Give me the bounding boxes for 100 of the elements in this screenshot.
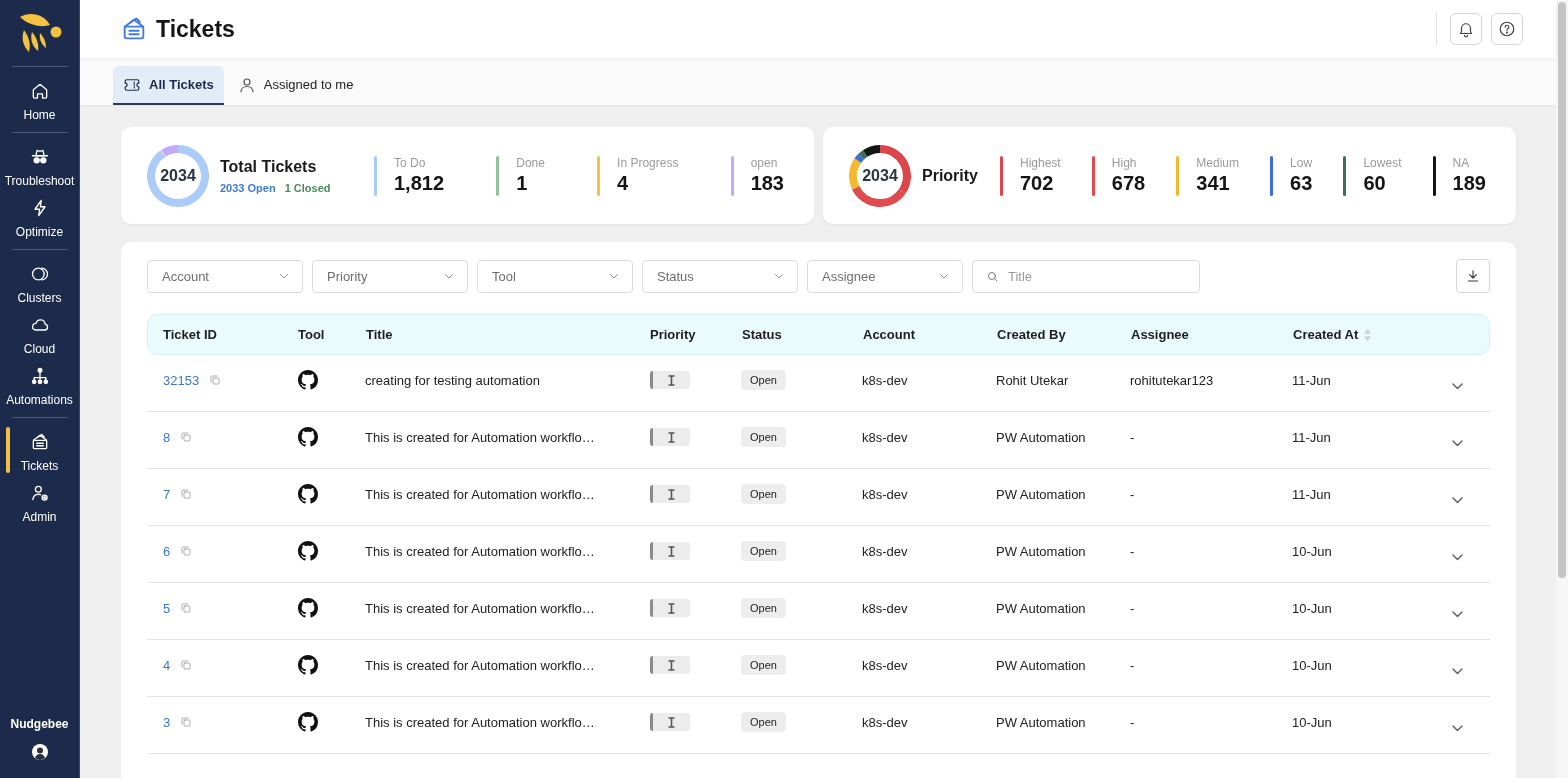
filter-dropdown[interactable]: Account xyxy=(147,259,303,293)
network-icon xyxy=(29,366,50,386)
download-button[interactable] xyxy=(1456,259,1490,293)
chevron-down-icon[interactable] xyxy=(1452,439,1463,447)
card-title: Priority xyxy=(922,166,979,185)
ticket-id-link[interactable]: 32153 xyxy=(163,372,200,388)
chevron-down-icon[interactable] xyxy=(1452,382,1463,390)
table-cell: k8s-dev xyxy=(862,657,908,673)
download-icon xyxy=(1465,268,1481,284)
stat-label: Low xyxy=(1290,156,1313,171)
stat-label: open xyxy=(750,156,778,171)
column-header: Created By xyxy=(997,327,1066,342)
ticket-title: creating for testing automation xyxy=(365,372,540,388)
github-icon xyxy=(298,427,318,447)
table-cell: PW Automation xyxy=(996,657,1086,673)
table-cell: - xyxy=(1130,543,1135,559)
stat-label: Lowest xyxy=(1363,156,1402,171)
chevron-down-icon[interactable] xyxy=(1452,724,1463,732)
sidebar-item[interactable]: Home xyxy=(0,75,79,126)
i-beam-icon xyxy=(668,374,675,386)
i-beam-icon xyxy=(668,602,675,614)
table-cell: Rohit Utekar xyxy=(996,372,1069,388)
table-cell: rohitutekar123 xyxy=(1130,372,1214,388)
search-icon xyxy=(986,269,999,283)
stat-value: 189 xyxy=(1452,171,1486,195)
status-badge: Open xyxy=(741,484,786,504)
ticket-title: This is created for Automation workflo… xyxy=(365,600,595,616)
i-beam-icon xyxy=(668,659,675,671)
column-header: Assignee xyxy=(1131,327,1189,342)
table-cell: PW Automation xyxy=(996,486,1086,502)
i-beam-icon xyxy=(668,488,675,500)
ticket-title: This is created for Automation workflo… xyxy=(365,657,595,673)
stat-value: 183 xyxy=(750,171,784,195)
i-beam-icon xyxy=(668,431,675,443)
table-cell: k8s-dev xyxy=(862,429,908,445)
filter-dropdown[interactable]: Priority xyxy=(312,259,468,293)
ticket-id-link[interactable]: 6 xyxy=(163,543,171,559)
tab[interactable]: Assigned to me xyxy=(227,66,364,105)
help-button[interactable] xyxy=(1491,13,1523,45)
table-cell: PW Automation xyxy=(996,600,1086,616)
stat-value: 60 xyxy=(1363,171,1386,195)
table-cell: 10-Jun xyxy=(1292,543,1332,559)
table-cell: 11-Jun xyxy=(1292,372,1331,388)
table-cell: k8s-dev xyxy=(862,372,908,388)
column-header: Account xyxy=(863,327,915,342)
table-cell: - xyxy=(1130,486,1135,502)
table-cell: k8s-dev xyxy=(862,714,908,730)
notification-button[interactable] xyxy=(1450,13,1482,45)
table-cell: k8s-dev xyxy=(862,543,908,559)
ticket-id-link[interactable]: 3 xyxy=(163,714,171,730)
ticket-count: 2033 Open xyxy=(220,181,276,194)
ticket-id-link[interactable]: 5 xyxy=(163,600,171,616)
filter-dropdown[interactable]: Status xyxy=(642,259,798,293)
sidebar-item[interactable]: Optimize xyxy=(0,192,79,243)
donut-total: 2034 xyxy=(862,166,898,185)
filter-dropdown[interactable]: Assignee xyxy=(807,259,963,293)
sidebar-item[interactable]: Cloud xyxy=(0,309,79,360)
chevron-down-icon[interactable] xyxy=(1452,667,1463,675)
tab[interactable]: All Tickets xyxy=(113,66,224,105)
table-cell: - xyxy=(1130,657,1135,673)
column-header: Created At xyxy=(1293,327,1359,342)
search-field[interactable]: Title xyxy=(972,259,1200,293)
status-badge: Open xyxy=(741,598,786,618)
github-icon xyxy=(298,541,318,561)
avatar-icon[interactable] xyxy=(31,744,48,760)
column-header: Ticket ID xyxy=(163,327,217,342)
stat-label: In Progress xyxy=(617,156,679,171)
ticket-id-link[interactable]: 4 xyxy=(163,657,171,673)
status-badge: Open xyxy=(741,427,786,447)
sidebar-item[interactable]: Automations xyxy=(0,360,79,411)
chevron-down-icon[interactable] xyxy=(1452,610,1463,618)
status-badge: Open xyxy=(741,712,786,732)
table-cell: 11-Jun xyxy=(1292,486,1331,502)
sidebar-item[interactable]: Tickets xyxy=(0,426,79,477)
user-gear-icon xyxy=(29,483,50,503)
sidebar-item[interactable]: Troubleshoot xyxy=(0,141,79,192)
sidebar-item[interactable]: Admin xyxy=(0,477,79,528)
sidebar-item[interactable]: Clusters xyxy=(0,258,79,309)
column-header: Title xyxy=(366,327,393,342)
ticket-title: This is created for Automation workflo… xyxy=(365,543,595,559)
donut-total: 2034 xyxy=(160,166,196,185)
table-cell: 10-Jun xyxy=(1292,657,1332,673)
i-beam-icon xyxy=(668,545,675,557)
github-icon xyxy=(298,484,318,504)
stat-value: 63 xyxy=(1290,171,1313,195)
table-cell: PW Automation xyxy=(996,714,1086,730)
ticket-id-link[interactable]: 7 xyxy=(163,486,171,502)
table-cell: - xyxy=(1130,600,1135,616)
table-cell: 10-Jun xyxy=(1292,714,1332,730)
stat-label: Done xyxy=(516,156,545,171)
github-icon xyxy=(298,598,318,618)
scrollbar-thumb[interactable] xyxy=(1558,2,1566,578)
chevron-down-icon[interactable] xyxy=(1452,496,1463,504)
filter-dropdown[interactable]: Tool xyxy=(477,259,633,293)
stat-value: 678 xyxy=(1111,171,1146,195)
chevron-down-icon[interactable] xyxy=(1452,553,1463,561)
stat-value: 4 xyxy=(617,171,629,195)
page-title: Tickets xyxy=(156,15,235,43)
table-cell: - xyxy=(1130,714,1135,730)
ticket-id-link[interactable]: 8 xyxy=(163,429,171,445)
